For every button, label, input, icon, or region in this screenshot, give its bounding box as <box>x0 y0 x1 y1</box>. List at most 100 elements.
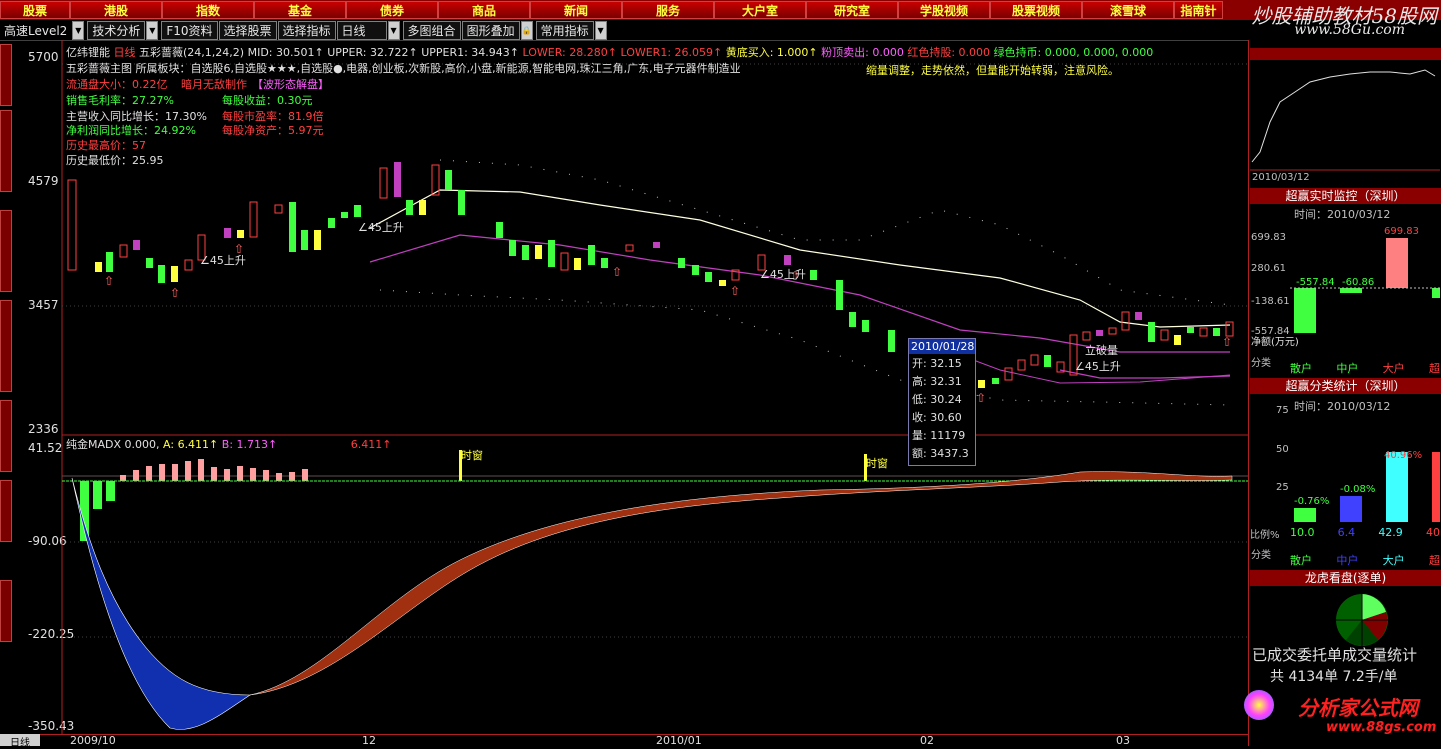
multi-chart-button[interactable]: 多图组合 <box>402 21 461 40</box>
common-indicator-dropdown[interactable]: ▼ <box>594 21 607 40</box>
account-label: 高速Level2 <box>0 22 72 39</box>
select-stock-button[interactable]: 选择股票 <box>218 21 277 40</box>
nav-stock[interactable]: 股票 <box>0 1 70 19</box>
nav-vip-room[interactable]: 大户室 <box>714 1 806 19</box>
stats-axis: 75 <box>1276 405 1289 416</box>
tech-analysis-button[interactable]: 技术分析 <box>87 21 146 40</box>
brand-url: www.58Gu.com <box>1294 22 1405 38</box>
sub-chart-header: 纯金MADX 0.000, A: 6.411↑ B: 1.713↑ 6.411↑ <box>66 436 391 452</box>
svg-text:⇧: ⇧ <box>170 286 180 300</box>
time-window-label: 时窗 <box>461 449 483 462</box>
lock-icon[interactable]: 🔒 <box>520 21 533 40</box>
stock-name: 亿纬锂能 <box>66 46 110 59</box>
annotation: ∠45上升 <box>1075 360 1121 373</box>
stats-value: -0.08% <box>1340 484 1376 495</box>
green-hold: 绿色持币: 0.000, 0.000, 0.000 <box>993 46 1154 59</box>
annotation: ∠45上升 <box>358 221 404 234</box>
indicator-header: 五彩蔷薇(24,1,24,2) <box>139 46 245 59</box>
common-indicator-button[interactable]: 常用指标 <box>535 21 594 40</box>
stat-item: 历史最低价：25.95 <box>66 154 164 167</box>
nav-fund[interactable]: 基金 <box>254 1 346 19</box>
cat-large: 大户 <box>1382 362 1405 375</box>
monitor-value: -60.86 <box>1342 277 1375 288</box>
tooltip-date: 2010/01/28 <box>909 339 975 354</box>
deal-stats-total: 共 4134单 7.2手/单 <box>1270 669 1398 685</box>
dragon-panel-title: 龙虎看盘(逐单) <box>1250 570 1441 586</box>
annotation: ∠45上升 <box>760 268 806 281</box>
period-dropdown[interactable]: ▼ <box>387 21 400 40</box>
monitor-axis: 699.83 <box>1251 232 1286 243</box>
svg-text:⇧: ⇧ <box>976 391 986 405</box>
tooltip-low: 低: 30.24 <box>912 393 962 406</box>
sub-value: 0.000, <box>124 438 160 451</box>
candlesticks <box>67 162 1234 388</box>
upper-value: UPPER: 32.722↑ <box>327 46 418 59</box>
cat-mid: 中户 <box>1336 362 1359 375</box>
footer-logo: 分析家公式网 <box>1298 696 1418 720</box>
stats-value: -0.76% <box>1294 496 1330 507</box>
cat-retail: 散户 <box>1290 362 1312 375</box>
sector-line: 五彩蔷薇主图 所属板块：自选股6,自选股★★★,自选股●,电器,创业板,次新股,… <box>66 62 741 75</box>
cat-super: 超 <box>1428 362 1440 375</box>
monitor-axis: -138.61 <box>1251 296 1290 307</box>
sell-signal: 粉顶卖出: 0.000 <box>821 46 904 59</box>
nav-bond[interactable]: 债券 <box>346 1 438 19</box>
monitor-value: -557.84 <box>1296 277 1335 288</box>
sub-b: B: 1.713↑ <box>221 438 278 451</box>
tooltip-high: 高: 32.31 <box>912 375 962 388</box>
mid-value: MID: 30.501↑ <box>247 46 324 59</box>
ratio-value: 40 <box>1425 526 1440 539</box>
nav-goods[interactable]: 商品 <box>438 1 530 19</box>
nav-news[interactable]: 新闻 <box>530 1 622 19</box>
x-axis-label: 03 <box>1116 734 1130 747</box>
lower-value: LOWER: 28.280↑ <box>522 46 617 59</box>
nav-stock-video[interactable]: 股票视频 <box>990 1 1082 19</box>
buy-arrows: ⇧ ⇧ ⇧ ⇧ ⇧ ⇧ ⇧ ⇧ <box>104 242 1232 405</box>
sub-indicator-name: 纯金MADX <box>66 438 122 451</box>
nav-learn-video[interactable]: 学股视频 <box>898 1 990 19</box>
deal-stats-title: 已成交委托单成交量统计 <box>1252 646 1418 664</box>
tooltip-volume: 量: 11179 <box>912 429 966 442</box>
ratio-row: 10.0 6.4 42.9 40 <box>1290 526 1440 539</box>
overlay-button[interactable]: 图形叠加 <box>461 21 520 40</box>
cat-mid: 中户 <box>1336 554 1359 567</box>
x-axis-label: 02 <box>920 734 934 747</box>
pie-chart <box>1336 594 1388 646</box>
svg-text:⇧: ⇧ <box>730 284 740 298</box>
tech-analysis-dropdown[interactable]: ▼ <box>146 21 159 40</box>
nav-compass[interactable]: 指南针 <box>1174 1 1223 19</box>
period-select[interactable]: 日线 <box>336 21 387 40</box>
x-axis-label: 2009/10 <box>70 734 116 747</box>
svg-text:⇧: ⇧ <box>612 265 622 279</box>
toolbar: 高速Level2 ▼ 技术分析 ▼ F10资料 选择股票 选择指标 日线 ▼ 多… <box>0 21 1248 41</box>
mini-chart-title <box>1250 48 1441 60</box>
stats-axis: 25 <box>1276 482 1289 493</box>
red-hold: 红色持股: 0.000 <box>907 46 991 59</box>
lower1-value: LOWER1: 26.059↑ <box>620 46 723 59</box>
nav-service[interactable]: 服务 <box>622 1 714 19</box>
stats-panel-title: 超赢分类统计（深圳） <box>1250 378 1441 394</box>
pattern-link[interactable]: 【波形态解盘】 <box>252 76 329 92</box>
mini-intraday-chart <box>1250 69 1440 171</box>
nav-hk[interactable]: 港股 <box>70 1 162 19</box>
svg-text:⇧: ⇧ <box>104 274 114 288</box>
flower-logo-icon <box>1244 690 1274 720</box>
select-indicator-button[interactable]: 选择指标 <box>277 21 336 40</box>
cat-large: 大户 <box>1382 554 1405 567</box>
annotation: 立破量 <box>1085 344 1118 357</box>
buy-signal: 黄底买入: 1.000↑ <box>725 46 818 59</box>
stock-header-row: 亿纬锂能 日线 五彩蔷薇(24,1,24,2) MID: 30.501↑ UPP… <box>66 46 1154 59</box>
top-nav-bar: 股票 港股 指数 基金 债券 商品 新闻 服务 大户室 研究室 学股视频 股票视… <box>0 0 1441 20</box>
monitor-value: 699.83 <box>1384 226 1419 237</box>
period-tab[interactable]: 日线 <box>0 734 40 749</box>
account-dropdown[interactable]: ▼ <box>72 21 85 40</box>
annotation: ∠45上升 <box>200 254 246 267</box>
stat-item: 历史最高价：57 <box>66 139 146 152</box>
nav-index[interactable]: 指数 <box>162 1 254 19</box>
upper1-value: UPPER1: 34.943↑ <box>421 46 520 59</box>
ratio-value: 6.4 <box>1337 526 1356 539</box>
nav-snowball[interactable]: 滚雪球 <box>1082 1 1174 19</box>
f10-button[interactable]: F10资料 <box>161 21 218 40</box>
nav-research[interactable]: 研究室 <box>806 1 898 19</box>
svg-text:⇧: ⇧ <box>1222 335 1232 349</box>
